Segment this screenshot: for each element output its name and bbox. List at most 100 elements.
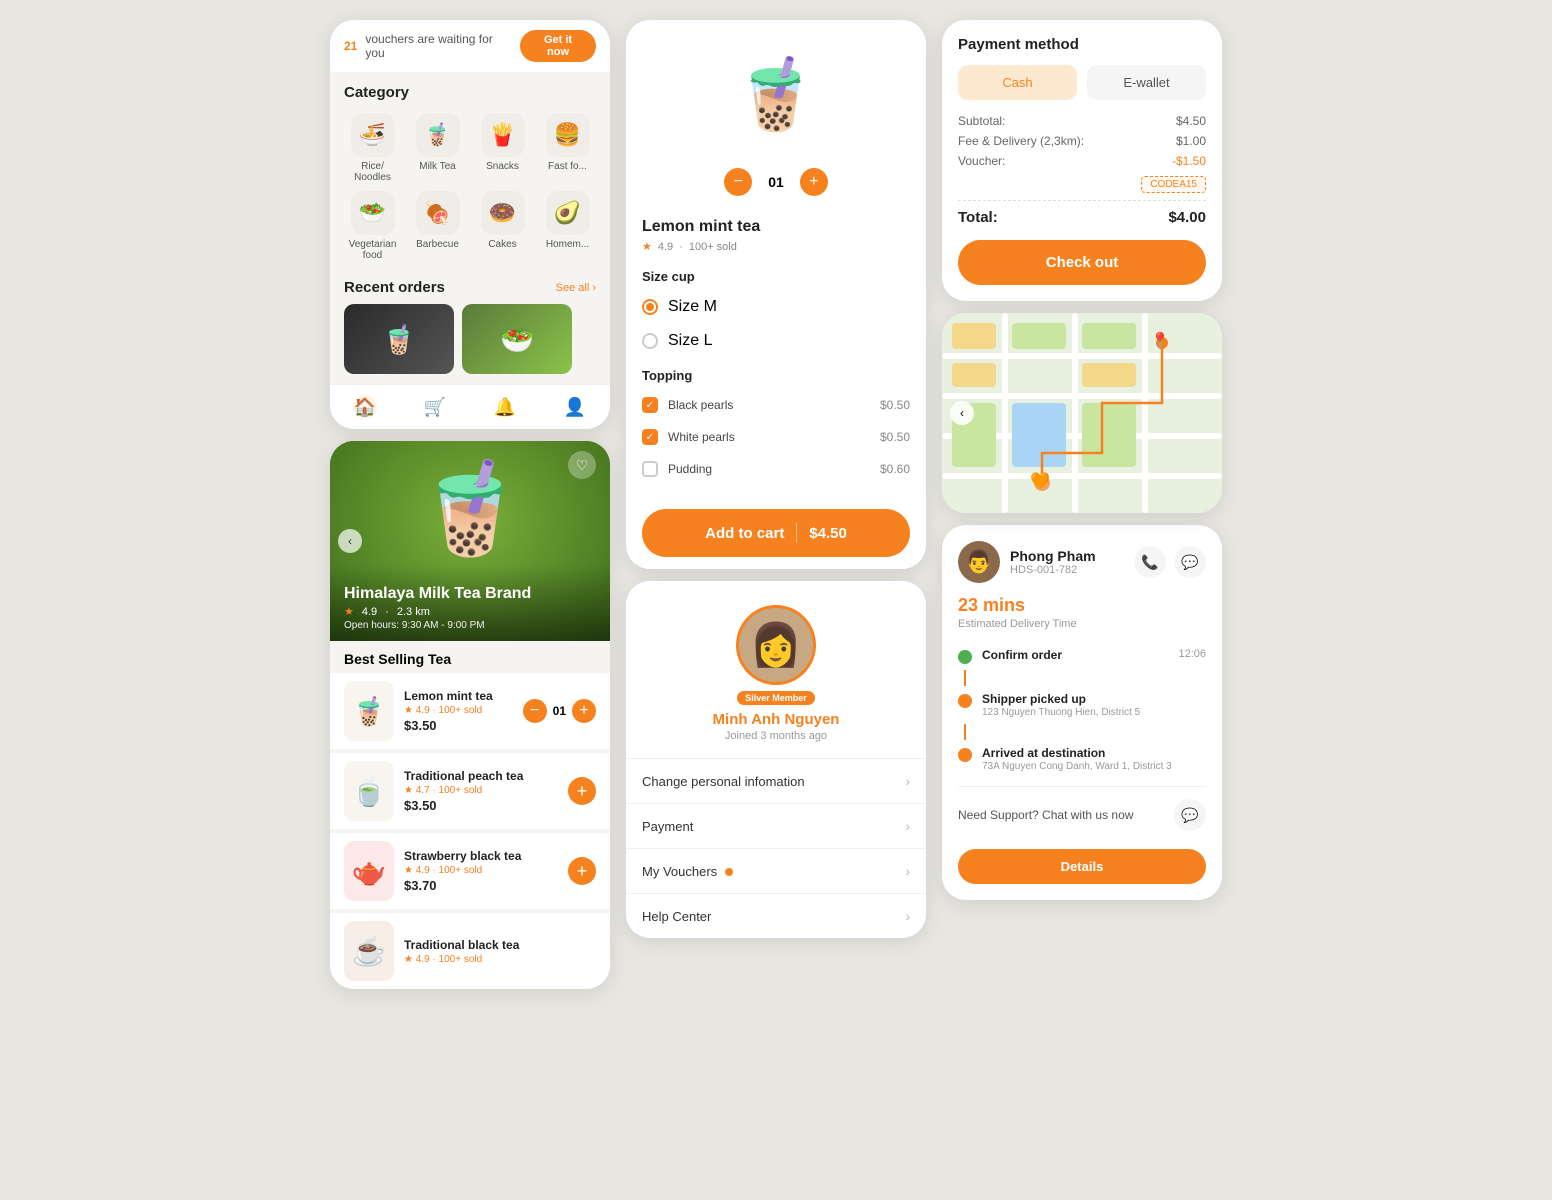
- nav-bell-icon[interactable]: 🔔: [493, 395, 517, 419]
- voucher-row: Voucher: -$1.50: [958, 154, 1206, 168]
- profile-top: 👩 Silver Member Minh Anh Nguyen Joined 3…: [626, 581, 926, 758]
- ewallet-payment-button[interactable]: E-wallet: [1087, 65, 1206, 100]
- qty-minus-button[interactable]: −: [523, 699, 547, 723]
- tea-list-item[interactable]: 🫖 Strawberry black tea ★ 4.9 · 100+ sold…: [330, 833, 610, 909]
- add-to-cart-button[interactable]: Add to cart $4.50: [642, 509, 910, 557]
- black-pearls-row[interactable]: ✓ Black pearls $0.50: [626, 389, 926, 421]
- size-cup-label: Size cup: [626, 259, 926, 290]
- tea-thumb-4: ☕: [344, 921, 394, 981]
- tea-list-item[interactable]: 🧋 Lemon mint tea ★ 4.9 · 100+ sold $3.50…: [330, 673, 610, 749]
- best-selling-title: Best Selling Tea: [330, 641, 610, 673]
- nav-home-icon[interactable]: 🏠: [353, 395, 377, 419]
- cat-snacks[interactable]: 🍟 Snacks: [474, 113, 531, 183]
- driver-name: Phong Pham: [1010, 548, 1096, 564]
- payment-card: Payment method Cash E-wallet Subtotal: $…: [942, 20, 1222, 301]
- product-sold: 100+ sold: [689, 241, 737, 253]
- profile-joined: Joined 3 months ago: [725, 730, 827, 742]
- product-meta: ★ 4.9 · 100+ sold: [642, 240, 910, 253]
- cat-homemade[interactable]: 🥑 Homem...: [539, 191, 596, 261]
- white-pearls-row[interactable]: ✓ White pearls $0.50: [626, 421, 926, 453]
- map-background: 📍 🧡 ‹: [942, 313, 1222, 513]
- map-prev-button[interactable]: ‹: [950, 401, 974, 425]
- cat-cakes[interactable]: 🍩 Cakes: [474, 191, 531, 261]
- cat-milk-tea[interactable]: 🧋 Milk Tea: [409, 113, 466, 183]
- size-m-label: Size M: [668, 298, 717, 316]
- product-qty-minus[interactable]: −: [724, 168, 752, 196]
- size-m-option[interactable]: Size M: [626, 290, 926, 324]
- tl-dot-orange-1: [958, 694, 972, 708]
- divider: [958, 200, 1206, 201]
- tea-list-item[interactable]: ☕ Traditional black tea ★ 4.9 · 100+ sol…: [330, 913, 610, 989]
- add-item-button[interactable]: +: [568, 777, 596, 805]
- cat-fast-food[interactable]: 🍔 Fast fo...: [539, 113, 596, 183]
- delivery-row: Fee & Delivery (2,3km): $1.00: [958, 134, 1206, 148]
- qty-control-1: − 01 +: [523, 699, 596, 723]
- vouchers-menu-item[interactable]: My Vouchers ›: [626, 848, 926, 893]
- payment-menu-item[interactable]: Payment ›: [626, 803, 926, 848]
- driver-info: Phong Pham HDS-001-782: [1010, 548, 1096, 576]
- add-item-button[interactable]: +: [568, 857, 596, 885]
- subtotal-value: $4.50: [1176, 114, 1206, 128]
- qty-plus-button[interactable]: +: [572, 699, 596, 723]
- radio-size-l[interactable]: [642, 333, 658, 349]
- banner-prev-button[interactable]: ‹: [338, 529, 362, 553]
- radio-size-m[interactable]: [642, 299, 658, 315]
- cat-label: Snacks: [486, 161, 519, 172]
- voucher-badge-dot: [725, 868, 733, 876]
- snacks-icon: 🍟: [481, 113, 525, 157]
- driver-row: 👨 Phong Pham HDS-001-782 📞 💬: [958, 541, 1206, 583]
- cash-payment-button[interactable]: Cash: [958, 65, 1077, 100]
- size-l-option[interactable]: Size L: [626, 324, 926, 358]
- tea-list-item[interactable]: 🍵 Traditional peach tea ★ 4.7 · 100+ sol…: [330, 753, 610, 829]
- change-info-menu-item[interactable]: Change personal infomation ›: [626, 758, 926, 803]
- driver-avatar: 👨: [958, 541, 1000, 583]
- recent-order-img-1[interactable]: 🧋: [344, 304, 454, 374]
- cakes-icon: 🍩: [481, 191, 525, 235]
- pudding-checkbox[interactable]: [642, 461, 658, 477]
- cat-label: Cakes: [488, 239, 516, 250]
- cat-barbecue[interactable]: 🍖 Barbecue: [409, 191, 466, 261]
- tea-name-2: Traditional peach tea: [404, 769, 558, 783]
- details-button[interactable]: Details: [958, 849, 1206, 884]
- cat-label: Homem...: [546, 239, 589, 250]
- user-pin: 🧡: [1030, 471, 1050, 491]
- black-pearls-checkbox[interactable]: ✓: [642, 397, 658, 413]
- support-chat-button[interactable]: 💬: [1174, 799, 1206, 831]
- banner-overlay: Himalaya Milk Tea Brand ★ 4.9 · 2.3 km O…: [330, 565, 610, 641]
- pudding-row[interactable]: Pudding $0.60: [626, 453, 926, 485]
- btn-divider: [796, 523, 797, 543]
- nav-cart-icon[interactable]: 🛒: [423, 395, 447, 419]
- tea-rating-3: ★ 4.9 · 100+ sold: [404, 865, 558, 876]
- bottom-nav: 🏠 🛒 🔔 👤: [330, 384, 610, 429]
- message-button[interactable]: 💬: [1174, 546, 1206, 578]
- checkout-button[interactable]: Check out: [958, 240, 1206, 285]
- tea-rating-2: ★ 4.7 · 100+ sold: [404, 785, 558, 796]
- help-center-menu-item[interactable]: Help Center ›: [626, 893, 926, 938]
- see-all-link[interactable]: See all ›: [556, 282, 596, 294]
- tea-price-1: $3.50: [404, 718, 513, 733]
- nav-profile-icon[interactable]: 👤: [563, 395, 587, 419]
- cat-label: Barbecue: [416, 239, 459, 250]
- tea-rating-4: ★ 4.9 · 100+ sold: [404, 954, 596, 965]
- vouchers-label: My Vouchers: [642, 864, 733, 879]
- product-qty-plus[interactable]: +: [800, 168, 828, 196]
- tl-label-arrived: Arrived at destination: [982, 746, 1206, 760]
- cat-vegetarian[interactable]: 🥗 Vegetarian food: [344, 191, 401, 261]
- recent-orders-header: Recent orders See all ›: [330, 271, 610, 304]
- get-now-button[interactable]: Get it now: [520, 30, 596, 62]
- tea-name-3: Strawberry black tea: [404, 849, 558, 863]
- heart-button[interactable]: ♡: [568, 451, 596, 479]
- white-pearls-checkbox[interactable]: ✓: [642, 429, 658, 445]
- black-pearls-name: Black pearls: [668, 398, 870, 412]
- delivery-timeline: Confirm order 12:06 Shipper picked up 12…: [958, 642, 1206, 778]
- add-cart-price: $4.50: [809, 525, 847, 542]
- voucher-bar: 21 vouchers are waiting for you Get it n…: [330, 20, 610, 72]
- tea-rating-1: ★ 4.9 · 100+ sold: [404, 705, 513, 716]
- total-value: $4.00: [1168, 209, 1206, 226]
- call-button[interactable]: 📞: [1134, 546, 1166, 578]
- cat-rice-noodles[interactable]: 🍜 Rice/ Noodles: [344, 113, 401, 183]
- recent-order-img-2[interactable]: 🥗: [462, 304, 572, 374]
- product-info: Lemon mint tea ★ 4.9 · 100+ sold: [626, 208, 926, 259]
- voucher-code: CODEA15: [1141, 176, 1206, 193]
- banner-hours: Open hours: 9:30 AM - 9:00 PM: [344, 620, 596, 631]
